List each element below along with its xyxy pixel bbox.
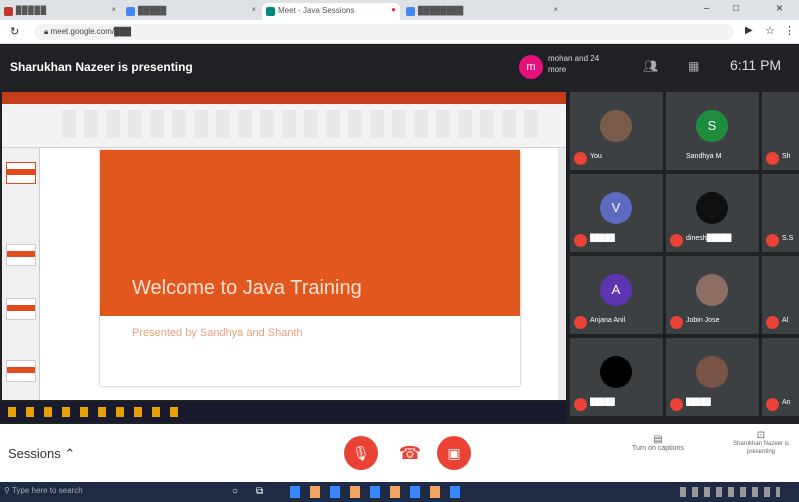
avatar (696, 192, 728, 224)
reload-icon[interactable]: ↻ (10, 25, 19, 38)
screen-share: Welcome to Java Training Presented by Sa… (0, 92, 566, 424)
star-icon[interactable]: ☆ (765, 24, 775, 37)
avatar (696, 356, 728, 388)
close-icon[interactable]: × (111, 5, 116, 14)
url-field[interactable]: 🔒︎ meet.google.com/███ (34, 24, 734, 40)
clock: 6:11 PM (730, 57, 782, 73)
participant-tile[interactable]: S Sandhya M (666, 92, 759, 170)
thumbnail[interactable] (6, 244, 36, 266)
participant-tile[interactable]: Sh (762, 92, 799, 170)
thumbnail[interactable] (6, 360, 36, 382)
mic-toggle-button[interactable]: 🎙︎ (344, 436, 378, 470)
minimize-icon[interactable]: – (704, 3, 710, 14)
menu-icon[interactable]: ⋮ (784, 24, 795, 37)
participant-tile[interactable]: Jobin Jose (666, 256, 759, 334)
participant-tile[interactable]: V █████ (570, 174, 663, 252)
search-icon: ⚲ (4, 486, 12, 495)
cortana-icon[interactable]: ○ (232, 486, 238, 497)
windows-taskbar: ⚲ Type here to search ○ ⧉ (0, 482, 799, 502)
thumbnail[interactable] (6, 298, 36, 320)
mic-off-icon (574, 234, 587, 247)
ribbon-tools (62, 110, 542, 138)
participant-tile[interactable]: Al (762, 256, 799, 334)
participant-tile[interactable]: An (762, 338, 799, 416)
close-icon[interactable]: × (553, 5, 558, 14)
shared-taskbar-icons (8, 407, 188, 417)
people-icon[interactable]: 👥︎ (643, 59, 658, 73)
mic-off-icon (766, 234, 779, 247)
participant-tile[interactable]: █████ (666, 338, 759, 416)
favicon-icon (126, 7, 135, 16)
avatar: S (696, 110, 728, 142)
favicon-icon (4, 7, 13, 16)
scrollbar[interactable] (558, 148, 566, 400)
avatar: V (600, 192, 632, 224)
mic-off-icon (670, 316, 683, 329)
address-bar-row: ↻ 🔒︎ meet.google.com/███ ▶ ☆ ⋮ (0, 20, 799, 44)
recording-icon: ● (391, 5, 396, 14)
thumbnail[interactable] (6, 162, 36, 184)
slide-title: Welcome to Java Training (132, 277, 362, 299)
tab-2[interactable]: █████ × (122, 3, 260, 20)
task-view-icon[interactable]: ⧉ (256, 486, 263, 497)
browser-tab-bar: ▉▉▉▉▉ × █████ × Meet - Java Sessions ● ████… (0, 0, 799, 20)
mic-off-icon (670, 398, 683, 411)
mic-off-icon (574, 316, 587, 329)
slide: Welcome to Java Training Presented by Sa… (100, 150, 520, 386)
avatar: m (519, 55, 543, 79)
favicon-icon (406, 7, 415, 16)
ribbon (2, 92, 566, 148)
presenter-name: mohan and 24 more (548, 54, 600, 74)
participant-tile[interactable]: dinesh█████ (666, 174, 759, 252)
captions-icon: ▤ (653, 434, 663, 445)
camera-icon[interactable]: ▶ (745, 25, 753, 36)
chevron-up-icon: ⌃ (64, 446, 76, 461)
mic-off-icon (670, 234, 683, 247)
hangup-button[interactable]: ☎︎ (393, 436, 427, 470)
avatar (600, 110, 632, 142)
participant-tile[interactable]: You (570, 92, 663, 170)
maximize-icon[interactable]: □ (733, 3, 739, 14)
title-bar (2, 92, 566, 104)
presenting-label: Sharukhan Nazeer is presenting (10, 60, 193, 74)
meet-header: Sharukhan Nazeer is presenting m mohan a… (0, 44, 799, 92)
shared-taskbar (0, 402, 566, 422)
mic-off-icon (766, 398, 779, 411)
close-icon[interactable]: × (251, 5, 256, 14)
avatar: A (600, 274, 632, 306)
participant-tile[interactable]: A Anjana Anil (570, 256, 663, 334)
window-close-icon[interactable]: × (776, 1, 783, 15)
avatar (600, 356, 632, 388)
meeting-name[interactable]: Sessions ⌃ (8, 446, 75, 462)
participant-grid: You S Sandhya M Sh V █████ dinesh█████ S.S… (566, 92, 799, 424)
present-button[interactable]: ⊡ Sharukhan Nazeer is presenting (725, 430, 797, 456)
powerpoint-window: Welcome to Java Training Presented by Sa… (2, 92, 566, 400)
layout-icon[interactable]: ▦ (688, 59, 699, 73)
camera-off-icon: ▣ (447, 445, 461, 461)
participant-tile[interactable]: S.S (762, 174, 799, 252)
slide-subtitle: Presented by Sandhya and Shanth (132, 327, 303, 339)
tab-meet[interactable]: Meet - Java Sessions ● (262, 3, 400, 20)
mic-off-icon (574, 152, 587, 165)
system-tray[interactable] (680, 487, 780, 497)
slide-thumbnails (2, 148, 40, 400)
mic-off-icon (766, 316, 779, 329)
taskbar-search[interactable]: ⚲ Type here to search (4, 486, 204, 495)
participant-tile[interactable]: █████ (570, 338, 663, 416)
present-icon: ⊡ (756, 430, 766, 441)
avatar (696, 274, 728, 306)
camera-toggle-button[interactable]: ▣ (437, 436, 471, 470)
meet-controls: Sessions ⌃ 🎙︎ ☎︎ ▣ ▤ Turn on captions ⊡ Sh… (0, 424, 799, 482)
mic-off-icon (574, 398, 587, 411)
phone-hangup-icon: ☎︎ (398, 443, 422, 463)
tab-4[interactable]: ████████ × (402, 3, 562, 20)
pinned-apps[interactable] (290, 486, 470, 498)
mic-off-icon: 🎙︎ (352, 445, 370, 461)
mic-off-icon (766, 152, 779, 165)
tab-1[interactable]: ▉▉▉▉▉ × (0, 3, 120, 20)
captions-button[interactable]: ▤ Turn on captions (623, 434, 693, 452)
favicon-icon (266, 7, 275, 16)
